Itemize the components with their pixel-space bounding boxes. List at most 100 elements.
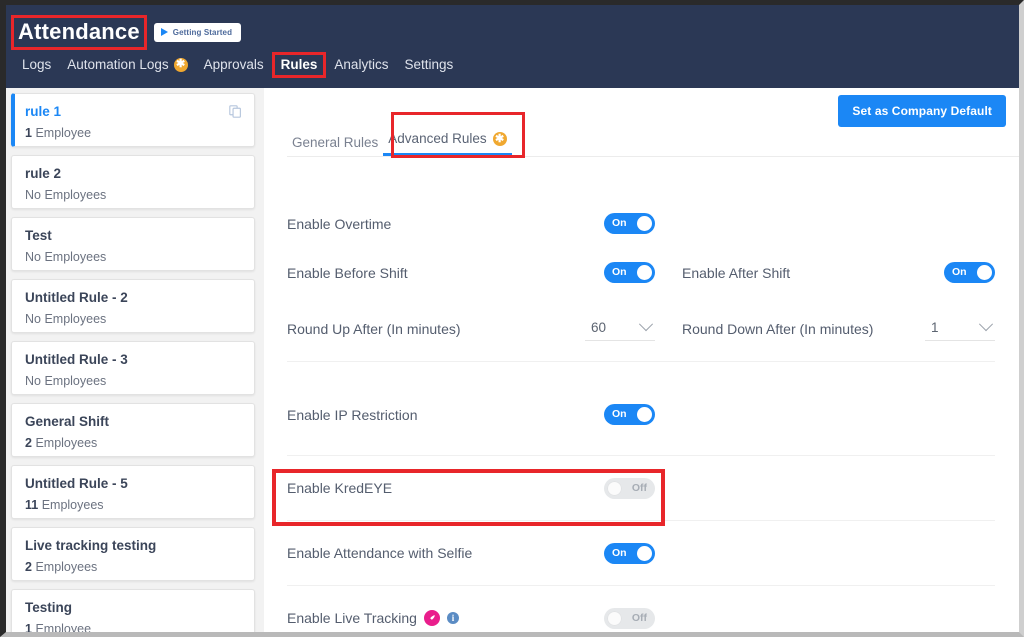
rule-name: Testing [25,600,72,615]
tab-label: Advanced Rules [388,131,487,147]
info-icon[interactable]: i [446,612,459,624]
content-tabs-wrap: General Rules Advanced Rules ✱ [264,88,1019,158]
rule-employee-count: 2 Employees [25,559,242,574]
toggle-knob [637,407,652,422]
toggle-knob [607,480,622,496]
round-down-label: Round Down After (In minutes) [682,321,874,337]
round-down-col: Round Down After (In minutes) 1 [655,317,995,341]
nav-item-logs[interactable]: Logs [14,55,59,76]
rule-name: Live tracking testing [25,538,157,553]
app-header: Attendance Getting Started Logs Automati… [6,5,1019,88]
chevron-down-icon [978,317,994,332]
nav-item-approvals[interactable]: Approvals [196,55,272,76]
tab-general-rules[interactable]: General Rules [287,132,383,157]
rule-name: General Shift [25,414,110,429]
rule-card-live-tracking-testing[interactable]: Live tracking testing 2 Employees [11,527,255,581]
main-nav: Logs Automation Logs ✱ Approvals Rules A… [6,45,1019,79]
rule-card-untitled-rule-5[interactable]: Untitled Rule - 5 11 Employees [11,465,255,519]
live-tracking-toggle[interactable]: Off [604,607,655,629]
toggle-knob [637,216,652,231]
rule-card-testing[interactable]: Testing 1 Employee [11,589,255,632]
rule-count-unit: Employee [35,621,92,632]
round-up-col: Round Up After (In minutes) 60 [287,317,655,341]
kredeye-col: Enable KredEYE Off [287,477,655,499]
rules-sidebar[interactable]: rule 1 1 Employee rule 2 No Employees Te… [6,88,264,632]
star-badge-icon: ✱ [173,57,188,72]
setting-row-rounding: Round Up After (In minutes) 60 Round Dow… [287,297,995,361]
toggle-label: On [952,266,967,279]
round-up-select[interactable]: 60 [585,317,655,341]
toggle-label: Off [631,611,647,624]
copy-icon[interactable] [229,105,242,118]
rocket-badge-icon [423,610,440,626]
rule-card-untitled-rule-3[interactable]: Untitled Rule - 3 No Employees [11,341,255,395]
rule-count-number: 2 [25,559,32,574]
nav-item-label: Approvals [203,56,264,72]
rule-name: Untitled Rule - 3 [25,352,128,367]
rule-employee-count: No Employees [25,311,107,326]
rule-card-rule-2[interactable]: rule 2 No Employees [11,155,255,209]
rule-name: Untitled Rule - 2 [25,290,128,305]
rule-name: Untitled Rule - 5 [25,476,128,491]
page-title: Attendance [11,14,147,50]
rule-name: Test [25,228,52,243]
before-shift-col: Enable Before Shift On [287,262,655,283]
getting-started-label: Getting Started [172,27,233,37]
nav-item-automation-logs[interactable]: Automation Logs ✱ [59,55,195,76]
nav-item-rules[interactable]: Rules [271,51,327,79]
selfie-label: Enable Attendance with Selfie [287,545,473,561]
toggle-label: On [612,266,627,279]
selfie-toggle[interactable]: On [604,542,655,564]
rule-card-test[interactable]: Test No Employees [11,217,255,271]
rule-name: rule 2 [25,166,62,181]
rule-count-number: 2 [25,435,32,450]
rule-name: rule 1 [25,104,62,119]
nav-item-label: Automation Logs [67,56,169,72]
rule-count-unit: Employees [35,559,98,574]
rule-card-general-shift[interactable]: General Shift 2 Employees [11,403,255,457]
after-shift-col: Enable After Shift On [655,262,995,283]
selfie-col: Enable Attendance with Selfie On [287,542,655,564]
tab-label: General Rules [292,134,379,150]
before-shift-toggle[interactable]: On [604,262,655,283]
rule-count-unit: Employees [41,497,104,512]
rule-employee-count: 2 Employees [25,435,242,450]
rule-employee-count: 1 Employee [25,621,242,632]
getting-started-button[interactable]: Getting Started [153,22,242,42]
overtime-label: Enable Overtime [287,215,392,232]
rule-card-rule-1[interactable]: rule 1 1 Employee [11,93,255,147]
overtime-toggle[interactable]: On [604,213,655,234]
star-badge-icon: ✱ [492,132,507,146]
after-shift-toggle[interactable]: On [944,262,995,283]
toggle-label: On [612,408,627,421]
rule-employee-count: No Employees [25,373,107,388]
setting-row-live-tracking: Enable Live Tracking i Off [287,586,995,632]
ip-restriction-col: Enable IP Restriction On [287,404,655,425]
overtime-left-col: Enable Overtime On [287,213,655,234]
content-tabs: General Rules Advanced Rules ✱ [287,112,1019,158]
nav-item-analytics[interactable]: Analytics [326,55,396,76]
round-down-select[interactable]: 1 [925,317,995,341]
rule-employee-count: 1 Employee [25,125,242,140]
toggle-knob [977,265,992,280]
rule-count-unit: Employee [35,125,92,140]
rule-count-number: 1 [25,621,32,632]
toggle-label: On [612,546,627,559]
tab-advanced-rules[interactable]: Advanced Rules ✱ [383,128,512,156]
nav-item-settings[interactable]: Settings [396,55,461,76]
setting-row-ip-restriction: Enable IP Restriction On [287,390,995,439]
rule-count-number: 11 [25,497,39,512]
rule-card-untitled-rule-2[interactable]: Untitled Rule - 2 No Employees [11,279,255,333]
kredeye-toggle[interactable]: Off [604,477,655,499]
before-shift-label: Enable Before Shift [287,264,408,281]
ip-restriction-toggle[interactable]: On [604,404,655,425]
chevron-down-icon [638,317,654,332]
play-icon [160,28,168,36]
rule-employee-count: No Employees [25,187,107,202]
rocket-glyph [430,615,435,620]
app-window: Attendance Getting Started Logs Automati… [0,0,1024,637]
nav-item-label: Analytics [334,56,389,72]
round-down-value: 1 [931,319,939,335]
